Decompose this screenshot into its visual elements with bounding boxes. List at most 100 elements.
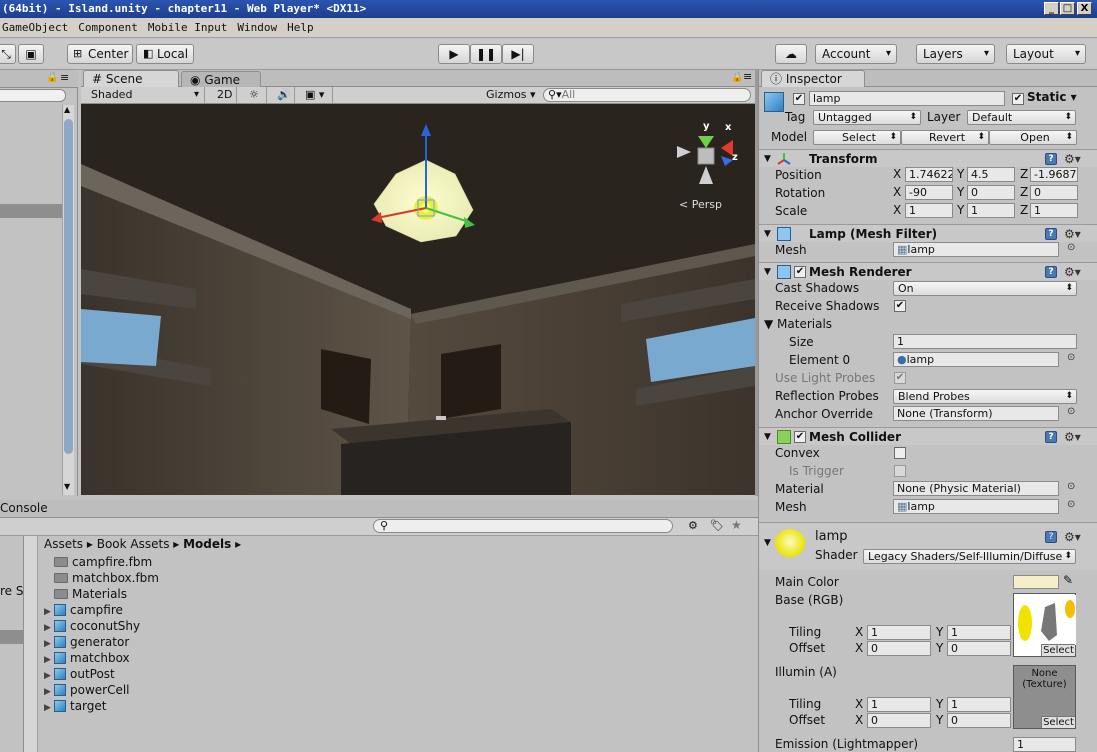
minimize-button[interactable]: _ [1044, 2, 1059, 15]
mesh-collider-enabled-checkbox[interactable]: ✔ [794, 431, 806, 443]
static-label[interactable]: Static ▾ [1027, 90, 1077, 104]
base-offset-x-field[interactable]: 0 [867, 641, 931, 656]
illumin-offset-y-field[interactable]: 0 [947, 713, 1011, 728]
list-item[interactable]: ▶ generator [44, 634, 344, 650]
position-y-field[interactable]: 4.5 [967, 167, 1015, 182]
list-item[interactable]: Materials [44, 586, 344, 602]
lighting-toggle-icon[interactable]: ☼ [243, 87, 267, 103]
mesh-collider-header[interactable]: ▼ ✔ Mesh Collider ? ⚙▾ [759, 427, 1097, 445]
element0-field[interactable]: ●lamp [893, 352, 1059, 367]
scroll-down-icon[interactable]: ▼ [64, 482, 70, 491]
expand-arrow-icon[interactable]: ▶ [44, 700, 54, 716]
object-picker-icon[interactable]: ⊙ [1067, 481, 1075, 492]
filter-label-icon[interactable]: 🏷 [710, 519, 724, 532]
foldout-arrow-icon[interactable]: ▼ [764, 538, 771, 548]
list-item[interactable]: ▶ campfire [44, 602, 344, 618]
mesh-field[interactable]: ▦lamp [893, 242, 1059, 257]
menu-component[interactable]: Component [78, 21, 138, 34]
scene-menu-icon[interactable]: ≡ [743, 70, 752, 83]
gizmos-dropdown[interactable]: Gizmos ▾ [486, 87, 536, 103]
shader-dropdown[interactable]: Legacy Shaders/Self-Illumin/Diffuse [863, 549, 1076, 564]
cloud-button[interactable]: ☁ [775, 44, 807, 64]
scale-x-field[interactable]: 1 [905, 203, 953, 218]
rotation-z-field[interactable]: 0 [1030, 185, 1078, 200]
illumin-texture-slot[interactable]: None (Texture) Select [1013, 665, 1076, 729]
breadcrumb-models[interactable]: Models [183, 537, 231, 551]
illumin-tiling-y-field[interactable]: 1 [947, 697, 1011, 712]
scroll-up-icon[interactable]: ▲ [64, 105, 70, 114]
base-texture-select-button[interactable]: Select [1041, 644, 1075, 656]
use-light-probes-checkbox[interactable]: ✔ [894, 372, 906, 384]
account-dropdown[interactable]: Account [815, 44, 897, 64]
folder-tree-selected-row[interactable] [0, 630, 24, 644]
materials-foldout[interactable]: ▼ Materials [764, 315, 832, 333]
material-header[interactable]: lamp ? ⚙▾ Shader Legacy Shaders/Self-Ill… [759, 522, 1097, 570]
base-texture-slot[interactable]: Select [1013, 593, 1076, 657]
scene-viewport[interactable]: y x z < Persp [81, 104, 755, 495]
favorite-star-icon[interactable]: ★ [731, 518, 742, 532]
menu-mobile-input[interactable]: Mobile Input [148, 21, 227, 34]
object-picker-icon[interactable]: ⊙ [1067, 242, 1075, 253]
step-button[interactable]: ▶| [502, 44, 534, 64]
scale-z-field[interactable]: 1 [1030, 203, 1078, 218]
anchor-override-field[interactable]: None (Transform) [893, 406, 1059, 421]
position-x-field[interactable]: 1.74622 [905, 167, 953, 182]
emission-field[interactable]: 1 [1013, 737, 1076, 752]
convex-checkbox[interactable] [894, 447, 906, 459]
is-trigger-checkbox[interactable] [894, 465, 906, 477]
object-picker-icon[interactable]: ⊙ [1067, 499, 1075, 510]
project-search-input[interactable]: ⚲ [373, 519, 673, 533]
reflection-probes-dropdown[interactable]: Blend Probes [893, 389, 1077, 404]
base-offset-y-field[interactable]: 0 [947, 641, 1011, 656]
tab-console[interactable]: Console [0, 501, 48, 515]
gear-icon[interactable]: ⚙▾ [1064, 530, 1081, 544]
pause-button[interactable]: ❚❚ [470, 44, 502, 64]
breadcrumb-book-assets[interactable]: Book Assets [97, 537, 170, 551]
pivot-center-button[interactable]: ⊞ Center [67, 44, 133, 64]
eyedropper-icon[interactable]: ✎ [1063, 573, 1073, 587]
panel-menu-icon[interactable]: ≡ [60, 71, 69, 84]
illumin-offset-x-field[interactable]: 0 [867, 713, 931, 728]
main-color-swatch[interactable] [1013, 575, 1059, 589]
help-icon[interactable]: ? [1045, 153, 1057, 165]
audio-toggle-icon[interactable]: 🔊 [271, 87, 295, 103]
mesh-renderer-header[interactable]: ▼ ✔ Mesh Renderer ? ⚙▾ [759, 262, 1097, 280]
gear-icon[interactable]: ⚙▾ [1064, 265, 1081, 279]
breadcrumb-assets[interactable]: Assets [44, 537, 83, 551]
maximize-button[interactable]: □ [1060, 2, 1075, 15]
play-button[interactable]: ▶ [438, 44, 470, 64]
gear-icon[interactable]: ⚙▾ [1064, 227, 1081, 241]
rotation-y-field[interactable]: 0 [967, 185, 1015, 200]
scale-tool-icon[interactable]: ⤡ [0, 44, 16, 64]
gear-icon[interactable]: ⚙▾ [1064, 152, 1081, 166]
close-button[interactable]: X [1077, 2, 1092, 15]
object-picker-icon[interactable]: ⊙ [1067, 406, 1075, 417]
hierarchy-scrollbar[interactable]: ▲ ▼ [62, 105, 74, 495]
collider-mesh-field[interactable]: ▦lamp [893, 499, 1059, 514]
collider-material-field[interactable]: None (Physic Material) [893, 481, 1059, 496]
model-open-button[interactable]: Open [989, 130, 1077, 145]
filter-type-icon[interactable]: ⚙ [688, 519, 698, 532]
illumin-tiling-x-field[interactable]: 1 [867, 697, 931, 712]
object-picker-icon[interactable]: ⊙ [1067, 352, 1075, 363]
pivot-local-button[interactable]: ◧ Local [136, 44, 194, 64]
illumin-texture-select-button[interactable]: Select [1041, 716, 1075, 728]
mode-2d-button[interactable]: 2D [211, 87, 237, 103]
scroll-thumb[interactable] [64, 119, 73, 454]
tag-dropdown[interactable]: Untagged [813, 110, 921, 125]
list-item[interactable]: ▶ coconutShy [44, 618, 344, 634]
tab-game[interactable]: ◉ Game [181, 71, 261, 87]
help-icon[interactable]: ? [1045, 228, 1057, 240]
list-item[interactable]: ▶ powerCell [44, 682, 344, 698]
help-icon[interactable]: ? [1045, 431, 1057, 443]
scene-lock-icon[interactable]: 🔒 [731, 72, 743, 83]
menu-gameobject[interactable]: GameObject [2, 21, 68, 34]
layout-dropdown[interactable]: Layout [1006, 44, 1086, 64]
scale-y-field[interactable]: 1 [967, 203, 1015, 218]
materials-size-field[interactable]: 1 [893, 334, 1077, 349]
menu-window[interactable]: Window [237, 21, 277, 34]
object-name-field[interactable]: lamp [809, 91, 1005, 106]
tab-inspector[interactable]: ⓘ Inspector [761, 70, 865, 87]
scene-search-input[interactable]: ⚲▾All [543, 88, 751, 102]
receive-shadows-checkbox[interactable]: ✔ [894, 300, 906, 312]
